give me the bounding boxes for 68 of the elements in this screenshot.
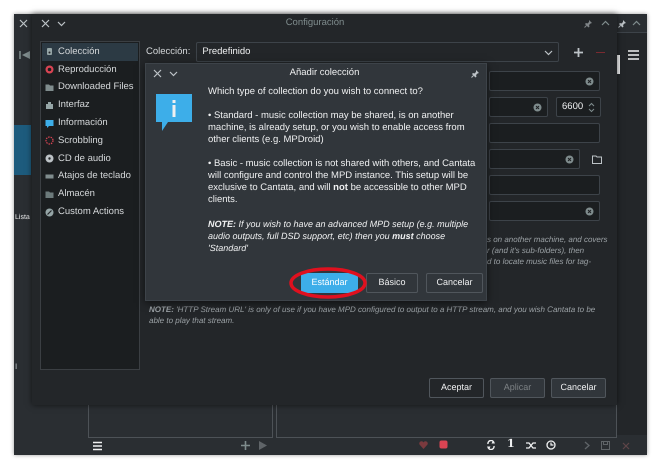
sidebar-item[interactable]: Interfaz — [42, 96, 138, 114]
dialog-title: Añadir colección — [288, 66, 360, 80]
collapse-icon[interactable] — [601, 18, 610, 28]
add-icon[interactable] — [241, 441, 250, 450]
chevron-down-icon — [544, 48, 554, 56]
folder-icon — [45, 190, 54, 199]
dialog-text: • Standard - music collection may be shared, is on another machine, is already setup, or you wish to enable access from other clients (e.g. MPDroid) — [208, 110, 466, 146]
single-toggle[interactable]: 1 — [507, 436, 515, 452]
menu-icon[interactable] — [627, 49, 640, 61]
text-field[interactable] — [489, 123, 600, 143]
pin-icon[interactable] — [618, 19, 627, 28]
collection-combobox[interactable]: Predefinido — [196, 42, 560, 62]
sidebar-item[interactable]: Custom Actions — [42, 203, 138, 221]
selection-panel — [14, 125, 31, 175]
window-title: Configuración — [284, 16, 346, 30]
dialog-text: • Basic - music collection is not shared with others, and Cantata will configure and control the MPD instance. This setup will be exclusive to Cantata, and will not be accessible to other MPD clients. — [208, 158, 476, 206]
text-field[interactable] — [489, 149, 580, 169]
close-icon[interactable] — [41, 18, 50, 28]
sidebar-item[interactable]: CD de audio — [42, 150, 138, 168]
menu-icon[interactable] — [92, 441, 103, 451]
dialog-button[interactable]: Cancelar — [426, 273, 483, 293]
text-field[interactable] — [489, 175, 600, 195]
help-text: s on another machine, and covers — [487, 234, 608, 245]
clear-icon[interactable] — [565, 154, 574, 164]
text-field[interactable] — [489, 97, 548, 117]
sidebar-label: I — [15, 361, 18, 373]
note-text: NOTE: 'HTTP Stream URL' is only of use if you have MPD configured to output to a HTTP stream, and you wish Cantata to be able to play that stream. — [149, 304, 596, 326]
spin-arrows-icon — [588, 102, 595, 112]
clear-icon[interactable] — [533, 102, 542, 112]
sidebar-item[interactable]: Información — [42, 114, 138, 132]
sidebar-item[interactable]: Almacén — [42, 185, 138, 204]
port-spinbox[interactable]: 6600 — [556, 97, 601, 117]
previous-icon[interactable] — [19, 50, 31, 60]
folder-icon[interactable] — [592, 154, 602, 164]
info-icon — [156, 94, 192, 131]
collapse-icon[interactable] — [632, 19, 641, 28]
folder-icon — [45, 82, 54, 92]
text-field[interactable] — [489, 201, 600, 221]
dialog-button[interactable]: Aceptar — [429, 378, 484, 398]
cd-icon — [45, 154, 54, 164]
pin-icon[interactable] — [584, 18, 593, 28]
clock-icon[interactable] — [546, 440, 556, 450]
chevron-down-icon[interactable] — [57, 18, 66, 28]
clear-icon[interactable] — [585, 76, 594, 86]
sidebar-item[interactable]: Downloaded Files — [42, 78, 138, 96]
sidebar-item[interactable]: Colección — [42, 43, 138, 61]
dialog-button[interactable]: Básico — [366, 273, 418, 293]
ring-icon — [45, 136, 54, 146]
close-icon[interactable] — [19, 19, 28, 28]
repeat-icon[interactable] — [486, 440, 496, 450]
shuffle-icon[interactable] — [526, 441, 537, 450]
sidebar-item[interactable]: Atajos de teclado — [42, 168, 138, 186]
close-icon[interactable] — [153, 69, 162, 78]
help-text: d to locate music files for tag- — [487, 256, 592, 267]
chevron-down-icon[interactable] — [169, 69, 178, 78]
clear-icon[interactable] — [585, 206, 594, 216]
field-label: Colección: — [146, 44, 190, 59]
text-field[interactable] — [489, 71, 600, 91]
sidebar-item[interactable]: Scrobbling — [42, 132, 138, 150]
note-text: NOTE: If you wish to have an advanced MPD setup (e.g. multiple audio outputs, full DSD support, etc) then you must choose 'Standard' — [208, 218, 470, 254]
help-text: r (and it's sub-folders), then — [487, 245, 586, 256]
chat-icon — [45, 118, 54, 128]
pin-icon[interactable] — [471, 69, 480, 78]
add-icon[interactable] — [574, 48, 584, 56]
dialog-button[interactable]: Cancelar — [551, 378, 606, 398]
disc-icon — [45, 65, 54, 74]
sidebar-item[interactable]: Reproducción — [42, 60, 138, 79]
dialog-text: Which type of collection do you wish to connect to? — [208, 86, 424, 98]
